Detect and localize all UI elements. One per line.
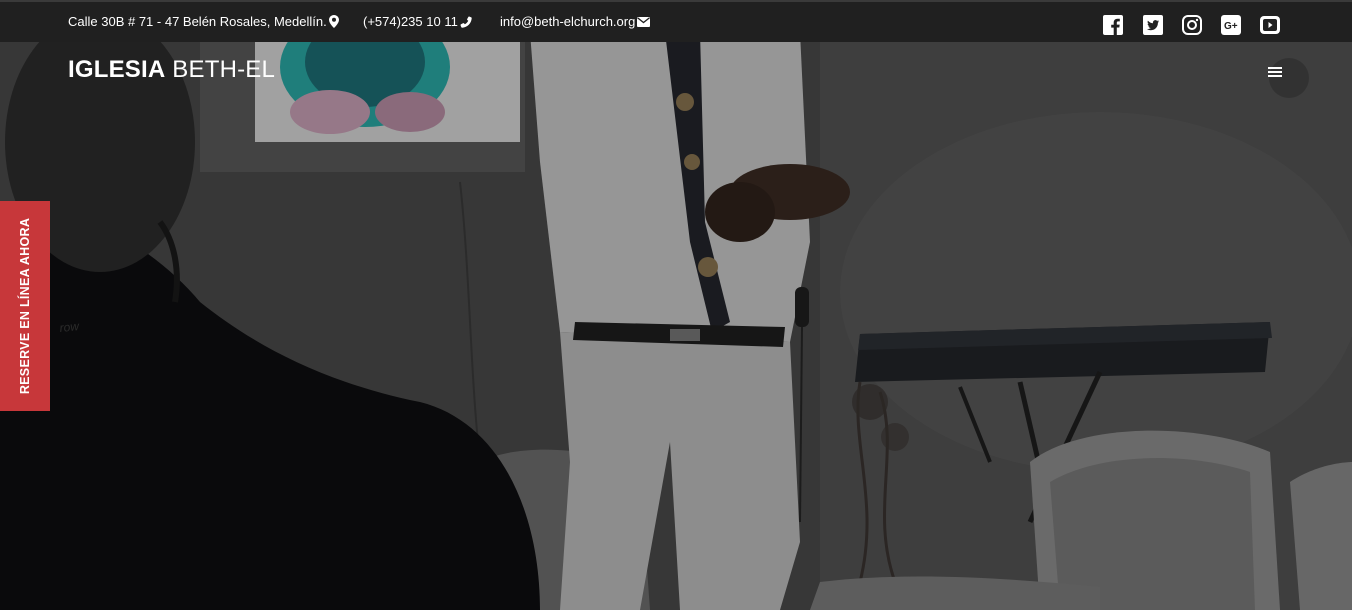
svg-text:G+: G+	[1224, 21, 1238, 32]
envelope-icon	[637, 16, 651, 27]
page: Calle 30B # 71 - 47 Belén Rosales, Medel…	[0, 0, 1352, 610]
youtube-icon[interactable]	[1260, 15, 1280, 35]
address-text: Calle 30B # 71 - 47 Belén Rosales, Medel…	[68, 14, 327, 29]
address-item: Calle 30B # 71 - 47 Belén Rosales, Medel…	[68, 14, 339, 29]
hamburger-menu-icon-bar	[1268, 75, 1282, 77]
hamburger-menu-icon-bar	[1268, 71, 1282, 73]
google-plus-icon[interactable]: G+	[1221, 15, 1241, 35]
instagram-icon[interactable]	[1182, 15, 1202, 35]
hamburger-menu-icon[interactable]	[1268, 67, 1282, 69]
phone-text[interactable]: (+574)235 10 11	[363, 14, 458, 29]
map-pin-icon	[328, 15, 339, 28]
brand-bold[interactable]: IGLESIA	[68, 56, 165, 83]
menu-button-bg	[1269, 58, 1309, 98]
phone-icon	[460, 16, 472, 28]
twitter-icon[interactable]	[1143, 15, 1163, 35]
facebook-icon[interactable]	[1103, 15, 1123, 35]
menu-button[interactable]	[1249, 58, 1309, 98]
phone-item[interactable]: (+574)235 10 11	[363, 14, 472, 29]
reserve-online-tab[interactable]: RESERVE EN LÍNEA AHORA	[0, 201, 50, 411]
email-text[interactable]: info@beth-elchurch.org	[500, 14, 635, 29]
top-info-bar: Calle 30B # 71 - 47 Belén Rosales, Medel…	[0, 0, 1352, 42]
hero-background: row	[0, 42, 1352, 610]
brand-light[interactable]: BETH-EL	[172, 56, 275, 83]
email-item[interactable]: info@beth-elchurch.org	[500, 14, 651, 29]
hero-dark-overlay	[0, 42, 1352, 610]
site-logo[interactable]: IGLESIA BETH-EL	[68, 56, 275, 84]
reserve-online-label[interactable]: RESERVE EN LÍNEA AHORA	[18, 218, 32, 394]
